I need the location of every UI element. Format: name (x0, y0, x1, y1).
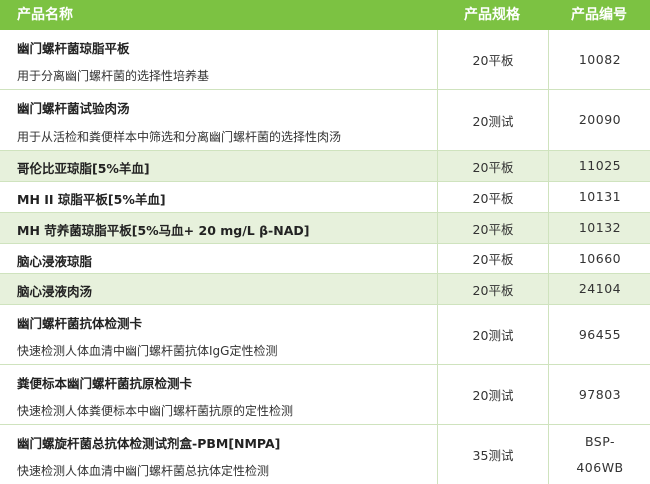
header-product-code: 产品编号 (571, 7, 627, 23)
product-code-text: 20090 (578, 112, 622, 127)
product-code: 10131 (548, 182, 650, 212)
product-code: 10660 (548, 244, 650, 273)
product-name: 脑心浸液琼脂 (17, 254, 93, 269)
product-code-text: 10082 (578, 51, 622, 67)
product-code: 96455 (548, 305, 650, 364)
product-spec: 20平板 (437, 151, 548, 181)
table-row: MH II 琼脂平板[5%羊血] 20平板 10131 (0, 182, 650, 213)
table-row: 脑心浸液肉汤 20平板 24104 (0, 274, 650, 305)
product-spec: 20测试 (437, 365, 548, 424)
product-spec: 20测试 (437, 305, 548, 364)
product-spec: 20平板 (437, 182, 548, 212)
product-name: MH 苛养菌琼脂平板[5%马血+ 20 mg/L β-NAD] (17, 223, 310, 238)
product-code: 11025 (548, 151, 650, 181)
table-row: 粪便标本幽门螺杆菌抗原检测卡 快速检测人体粪便标本中幽门螺杆菌抗原的定性检测 2… (0, 365, 650, 425)
product-spec: 20平板 (437, 244, 548, 273)
product-code-text: 97803 (578, 386, 622, 402)
product-code-text: 10131 (578, 189, 622, 204)
product-table: 产品名称 产品规格 产品编号 幽门螺杆菌琼脂平板 用于分离幽门螺杆菌的选择性培养… (0, 0, 650, 484)
table-row: MH 苛养菌琼脂平板[5%马血+ 20 mg/L β-NAD] 20平板 101… (0, 213, 650, 244)
product-code-text: 96455 (578, 326, 622, 342)
product-code: 20090 (548, 90, 650, 150)
product-spec: 20平板 (437, 274, 548, 304)
header-product-name: 产品名称 (17, 7, 73, 23)
product-name: 脑心浸液肉汤 (17, 284, 93, 299)
table-header: 产品名称 产品规格 产品编号 (0, 0, 650, 30)
product-code: 10082 (548, 30, 650, 89)
product-spec: 20平板 (437, 213, 548, 243)
product-code: BSP- 406WB (548, 425, 650, 484)
product-code-text: 11025 (578, 158, 622, 173)
table-row: 幽门螺杆菌抗体检测卡 快速检测人体血清中幽门螺杆菌抗体IgG定性检测 20测试 … (0, 305, 650, 365)
product-name: 幽门螺杆菌试验肉汤 (17, 101, 130, 116)
table-row: 脑心浸液琼脂 20平板 10660 (0, 244, 650, 274)
table-row: 哥伦比亚琼脂[5%羊血] 20平板 11025 (0, 151, 650, 182)
table-row: 幽门螺旋杆菌总抗体检测试剂盒-PBM[NMPA] 快速检测人体血清中幽门螺杆菌总… (0, 425, 650, 484)
product-spec: 20测试 (437, 90, 548, 150)
product-description: 快速检测人体粪便标本中幽门螺杆菌抗原的定性检测 (17, 404, 294, 418)
product-name: 哥伦比亚琼脂[5%羊血] (17, 161, 150, 176)
product-spec: 35测试 (437, 425, 548, 484)
product-name: 幽门螺杆菌抗体检测卡 (17, 316, 143, 331)
product-description: 快速检测人体血清中幽门螺杆菌总抗体定性检测 (17, 464, 270, 478)
product-code-text: 10132 (578, 220, 622, 235)
product-code-text: BSP- 406WB (576, 433, 624, 475)
table-row: 幽门螺杆菌试验肉汤 用于从活检和粪便样本中筛选和分离幽门螺杆菌的选择性肉汤 20… (0, 90, 650, 151)
product-description: 用于从活检和粪便样本中筛选和分离幽门螺杆菌的选择性肉汤 (17, 130, 342, 144)
product-name: 粪便标本幽门螺杆菌抗原检测卡 (17, 376, 193, 391)
product-code-text: 10660 (578, 250, 622, 266)
product-code: 24104 (548, 274, 650, 304)
product-name: 幽门螺杆菌琼脂平板 (17, 41, 130, 56)
product-name: MH II 琼脂平板[5%羊血] (17, 192, 166, 207)
product-description: 快速检测人体血清中幽门螺杆菌抗体IgG定性检测 (17, 344, 278, 358)
product-name: 幽门螺旋杆菌总抗体检测试剂盒-PBM[NMPA] (17, 436, 281, 451)
product-code-text: 24104 (578, 281, 622, 296)
header-product-spec: 产品规格 (464, 7, 520, 23)
product-code: 97803 (548, 365, 650, 424)
product-spec: 20平板 (437, 30, 548, 89)
product-code: 10132 (548, 213, 650, 243)
product-description: 用于分离幽门螺杆菌的选择性培养基 (17, 69, 210, 83)
table-row: 幽门螺杆菌琼脂平板 用于分离幽门螺杆菌的选择性培养基 20平板 10082 (0, 30, 650, 90)
